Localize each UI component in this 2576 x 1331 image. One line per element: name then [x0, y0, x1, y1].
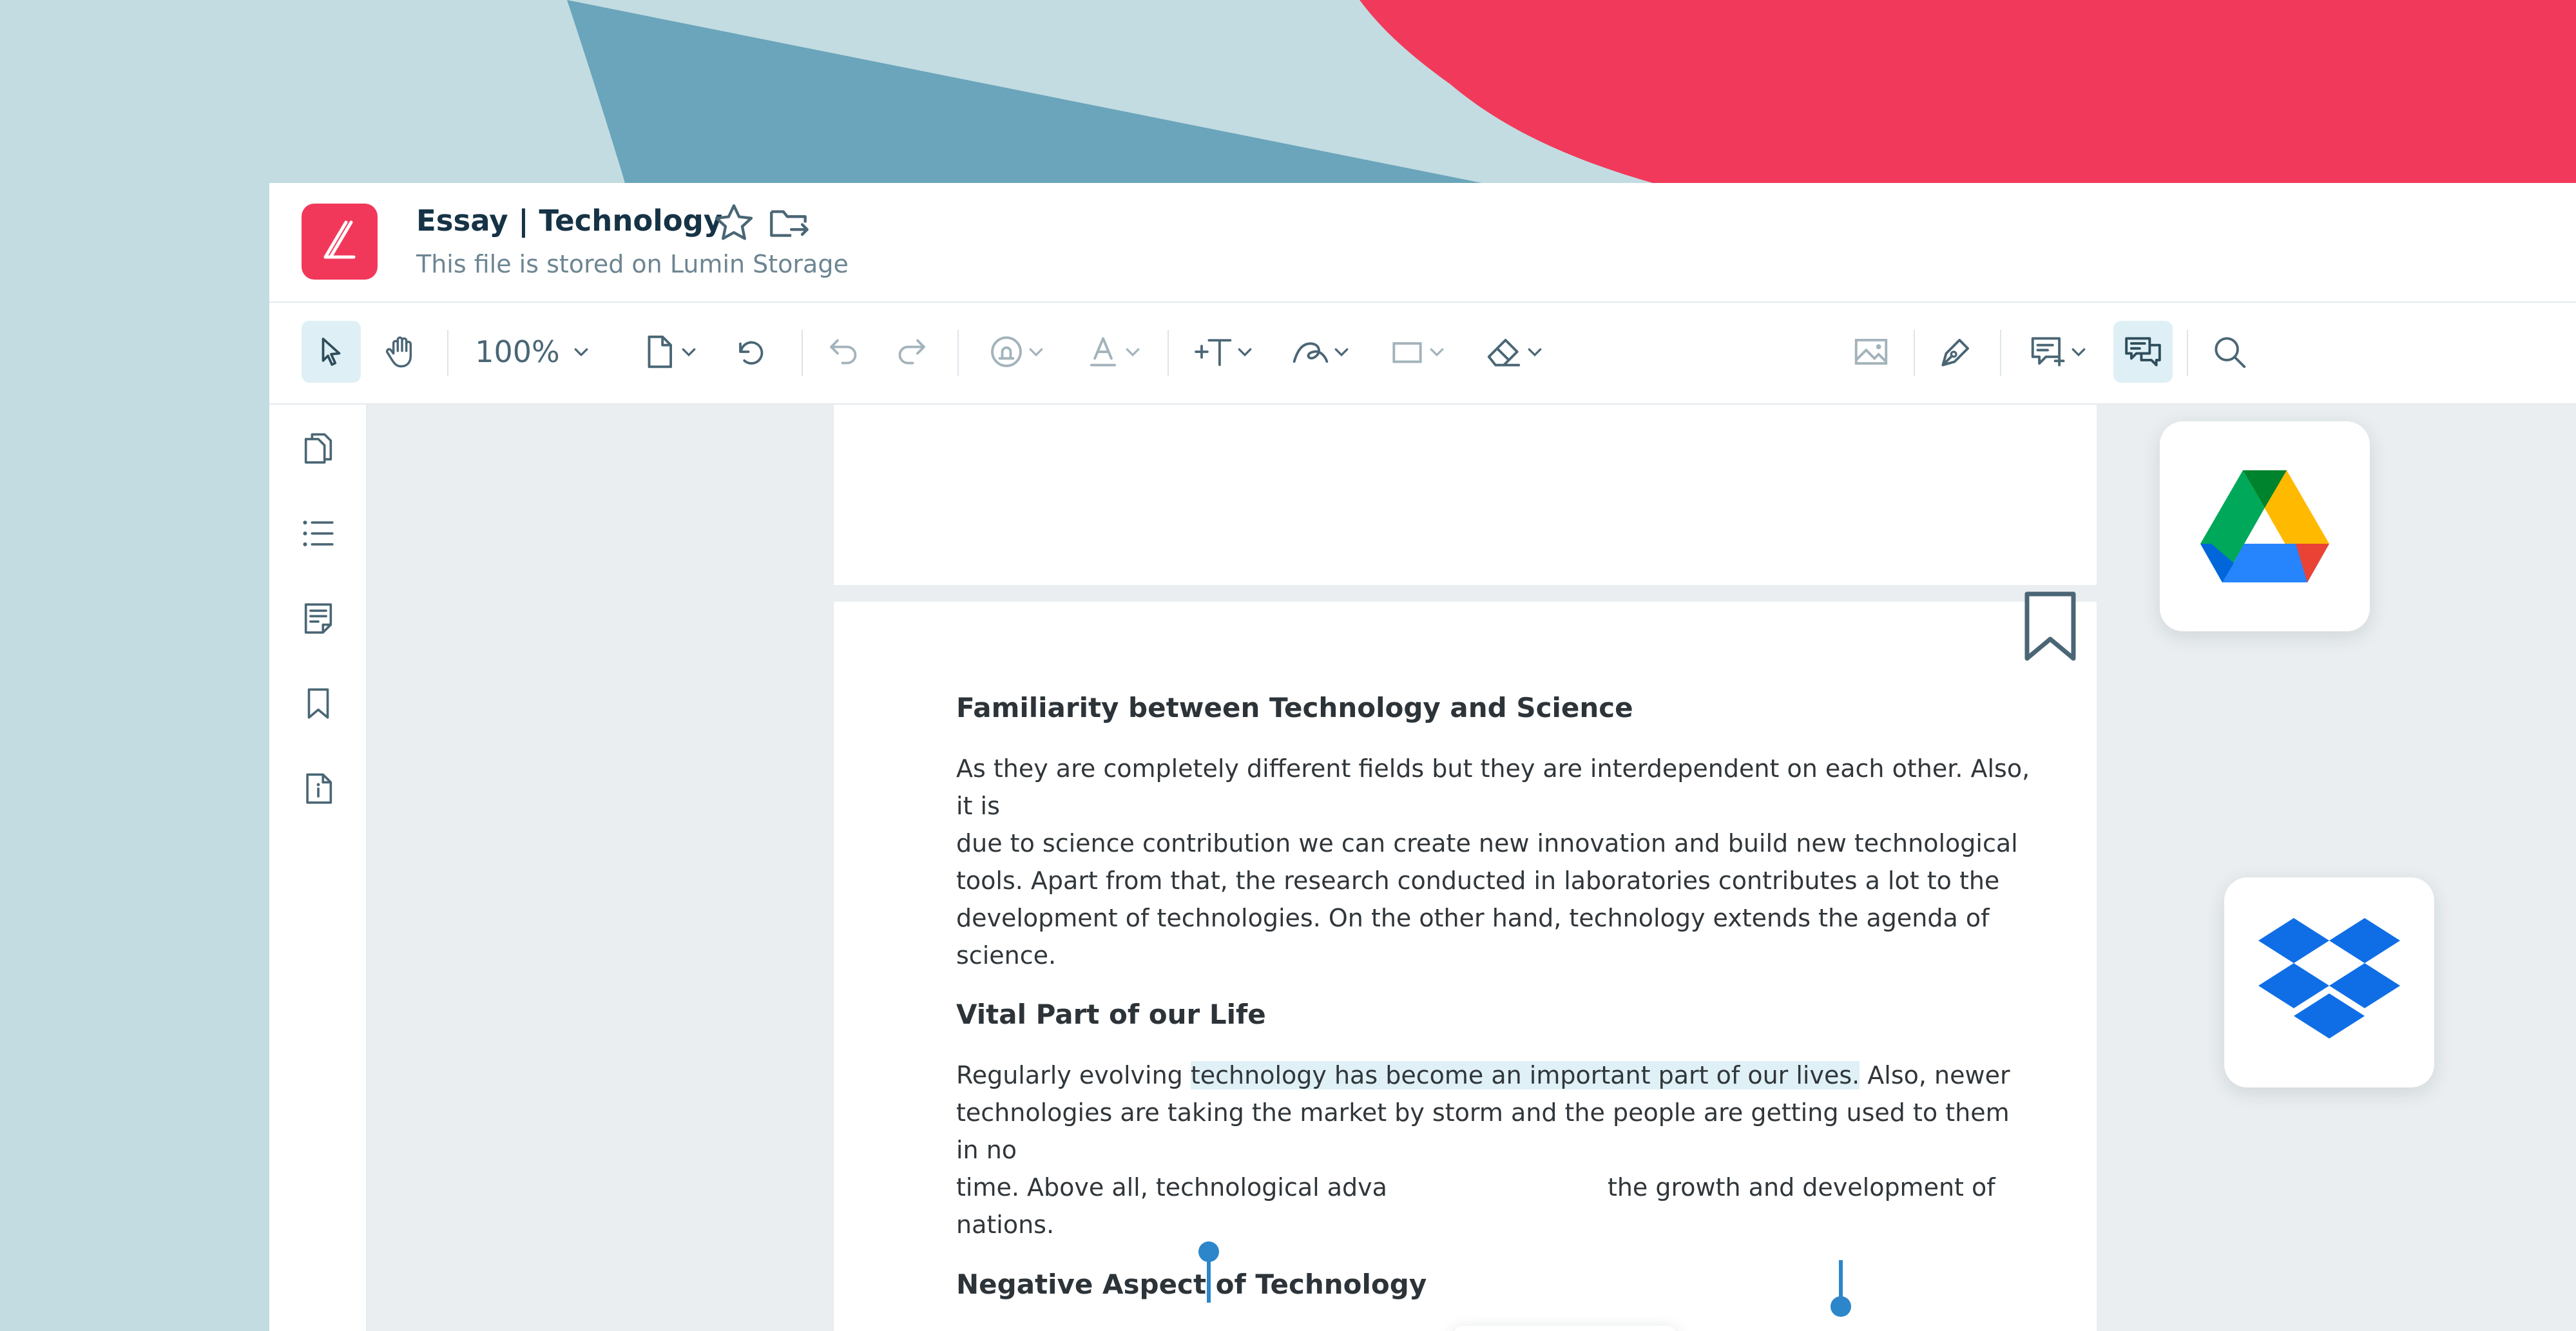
left-sidebar — [269, 405, 367, 1331]
paragraph-line: As they are completely different fields … — [956, 754, 2030, 820]
paragraph-line: Regularly evolving technology has become… — [956, 1057, 2039, 1094]
paragraph[interactable]: As they are completely different fields … — [956, 750, 2039, 974]
file-info-icon[interactable] — [295, 765, 341, 812]
toolbar-separator — [2187, 330, 2188, 376]
paragraph-line: nations. — [956, 1211, 1055, 1239]
toolbar: 100% — [269, 303, 2576, 405]
paragraph-line: technologies are taking the market by st… — [956, 1098, 2010, 1164]
toolbar-separator — [957, 330, 959, 376]
chevron-down-icon — [1334, 348, 1349, 357]
zoom-level: 100% — [475, 334, 560, 369]
toolbar-separator — [802, 330, 803, 376]
zoom-dropdown[interactable]: 100% — [466, 321, 599, 383]
sign-tool-icon[interactable] — [1927, 321, 1986, 383]
section-heading: Familiarity between Technology and Scien… — [956, 692, 1633, 723]
search-icon[interactable] — [2200, 321, 2259, 383]
comments-panel-icon[interactable] — [2113, 321, 2173, 383]
rotate-icon[interactable] — [720, 321, 780, 383]
toolbar-separator — [1168, 330, 1169, 376]
selected-text[interactable]: technology has become an important part … — [1190, 1061, 1860, 1089]
paragraph-line: tools. Apart from that, the research con… — [956, 867, 2000, 895]
text-run: Regularly evolving — [956, 1061, 1191, 1089]
pan-tool-icon[interactable] — [372, 321, 432, 383]
text-run: the growth and development of — [1607, 1173, 1995, 1202]
pages-icon[interactable] — [295, 425, 341, 472]
comment-tool-icon[interactable] — [2015, 321, 2099, 383]
selection-start-caret — [1207, 1259, 1211, 1303]
storage-location: This file is stored on Lumin Storage — [416, 250, 849, 278]
title-bar: Essay | Technology This file is stored o… — [269, 183, 2576, 303]
section-heading: Vital Part of our Life — [956, 999, 1266, 1030]
undo-icon[interactable] — [814, 321, 874, 383]
select-tool-icon[interactable] — [302, 321, 361, 383]
google-drive-icon — [2200, 470, 2329, 582]
chevron-down-icon — [574, 348, 588, 356]
paragraph[interactable]: Regularly evolving technology has become… — [956, 1057, 2039, 1243]
page-tool-icon[interactable] — [630, 321, 707, 383]
app-window: Essay | Technology This file is stored o… — [269, 183, 2576, 1331]
toolbar-separator — [1914, 330, 1915, 376]
outline-icon[interactable] — [295, 510, 341, 557]
notes-icon[interactable] — [295, 595, 341, 642]
chevron-down-icon — [2071, 348, 2086, 357]
paragraph-line: development of technologies. On the othe… — [956, 904, 1990, 932]
toolbar-separator — [2000, 330, 2001, 376]
chevron-down-icon — [1430, 348, 1444, 357]
shape-tool-icon[interactable] — [1375, 321, 1459, 383]
text-run: time. Above all, technological adva — [956, 1173, 1387, 1202]
chevron-down-icon — [1126, 348, 1140, 357]
page-bookmark-icon[interactable] — [2019, 589, 2081, 664]
section-heading: Negative Aspect of Technology — [956, 1269, 1427, 1300]
lumin-logo-icon[interactable] — [302, 204, 378, 280]
star-icon[interactable] — [710, 200, 758, 247]
chevron-down-icon — [682, 348, 696, 357]
document-page: Familiarity between Technology and Scien… — [834, 591, 2097, 1331]
dropbox-card[interactable] — [2224, 877, 2434, 1087]
chevron-down-icon — [1029, 348, 1043, 357]
text-color-icon[interactable] — [1071, 321, 1155, 383]
bookmark-icon[interactable] — [295, 680, 341, 727]
stamp-tool-icon[interactable] — [974, 321, 1058, 383]
redo-icon[interactable] — [881, 321, 941, 383]
chevron-down-icon — [1238, 348, 1252, 357]
document-page — [834, 405, 2097, 585]
text-run: Also, newer — [1860, 1061, 2010, 1089]
chevron-down-icon — [1528, 348, 1542, 357]
freehand-icon[interactable] — [1278, 321, 1362, 383]
dropbox-icon — [2258, 918, 2400, 1039]
paragraph-line: science. — [956, 941, 1057, 970]
paragraph-line: due to science contribution we can creat… — [956, 829, 2018, 857]
paragraph-line: time. Above all, technological adva the g… — [956, 1169, 2039, 1206]
selection-popup — [1454, 1326, 1677, 1331]
document-title[interactable]: Essay | Technology — [416, 204, 722, 238]
add-text-icon[interactable] — [1182, 321, 1265, 383]
selection-end-handle[interactable] — [1831, 1296, 1851, 1317]
toolbar-separator — [447, 330, 448, 376]
google-drive-card[interactable] — [2160, 421, 2370, 631]
move-folder-icon[interactable] — [765, 200, 813, 247]
image-tool-icon[interactable] — [1841, 321, 1901, 383]
eraser-icon[interactable] — [1472, 321, 1555, 383]
